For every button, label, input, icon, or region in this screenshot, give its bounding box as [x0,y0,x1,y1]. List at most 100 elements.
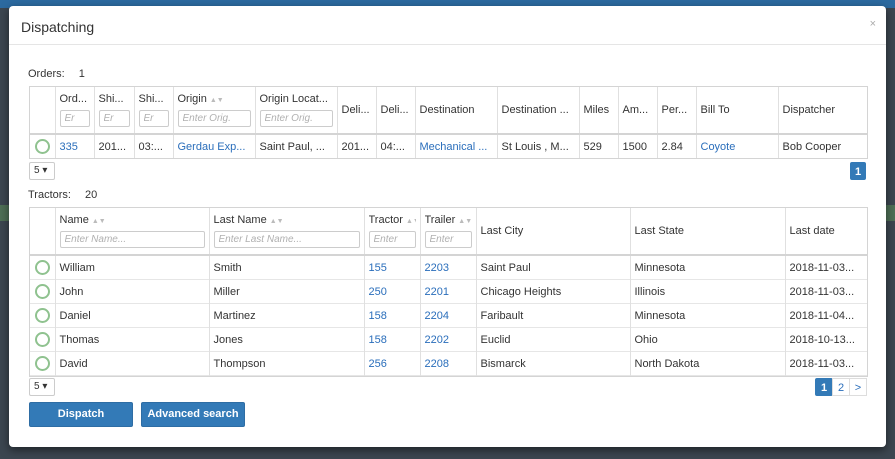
radio-select[interactable] [34,284,50,299]
tractor-link[interactable]: 158 [364,327,421,352]
cell-last-state: Ohio [630,327,786,352]
table-row[interactable]: Thomas Jones 158 2202 Euclid Ohio 2018-1… [30,327,867,352]
tractors-grid: Name▲▼ Last Name▲▼ Tractor▲▼ Trailer▲▼ L… [29,207,868,377]
bill-to-link[interactable]: Coyote [696,134,779,158]
filter-input-origin[interactable] [177,110,251,127]
column-header-last-state[interactable]: Last State [630,208,786,255]
filter-input-tractor[interactable] [368,231,416,248]
table-row[interactable]: William Smith 155 2203 Saint Paul Minnes… [30,255,867,280]
cell-last-date: 2018-11-03... [789,357,855,370]
column-header-ship-date[interactable]: Shi... [94,87,135,134]
filter-input-last-name[interactable] [213,231,360,248]
column-header-origin[interactable]: Origin ▲▼ [173,87,256,134]
tractor-link[interactable]: 155 [364,255,421,280]
cell-last-state: Minnesota [630,303,786,328]
filter-input-ship-date[interactable] [98,110,130,127]
table-row[interactable]: John Miller 250 2201 Chicago Heights Ill… [30,279,867,304]
trailer-link[interactable]: 2204 [420,303,477,328]
page-button-1[interactable]: 1 [815,378,833,396]
cell-origin-location: Saint Paul, ... [255,134,338,158]
advanced-search-button[interactable]: Advanced search [141,402,245,427]
row-select-cell[interactable] [30,351,56,376]
cell-last-city: Chicago Heights [476,279,631,304]
order-id-link[interactable]: 335 [55,134,95,158]
destination-link[interactable]: Mechanical ... [415,134,498,158]
cell-last-date: 2018-10-13... [789,333,855,346]
filter-input-ship-time[interactable] [138,110,169,127]
orders-header-row: Ord... Shi... Shi... Origin▲▼ Origin Loc… [30,87,867,134]
tractors-page-size-select[interactable]: 5 ▾ [29,378,55,396]
tractor-link[interactable]: 158 [364,303,421,328]
row-select-cell[interactable] [30,255,56,280]
tractor-link[interactable]: 256 [364,351,421,376]
column-header-trailer[interactable]: Trailer ▲▼ [420,208,477,255]
cell-last-date: 2018-11-03... [789,285,855,298]
row-select-cell[interactable] [30,279,56,304]
trailer-link[interactable]: 2208 [420,351,477,376]
filter-input-name[interactable] [59,231,205,248]
column-header-last-city[interactable]: Last City [476,208,631,255]
filter-input-origin-location[interactable] [259,110,333,127]
column-header-name[interactable]: Name ▲▼ [55,208,210,255]
sort-arrows-icon[interactable]: ▲▼ [458,218,471,225]
cell-delivery-time: 04:... [376,134,416,158]
radio-select[interactable] [34,356,50,371]
table-row[interactable]: Daniel Martinez 158 2204 Faribault Minne… [30,303,867,328]
column-header-order[interactable]: Ord... [55,87,95,134]
tractors-header-row: Name▲▼ Last Name▲▼ Tractor▲▼ Trailer▲▼ L… [30,208,867,255]
filter-input-order[interactable] [59,110,90,127]
dispatch-button[interactable]: Dispatch [29,402,133,427]
sort-arrows-icon[interactable]: ▲▼ [270,218,284,225]
cell-last-city: Euclid [476,327,631,352]
sort-arrows-icon[interactable]: ▲▼ [210,97,224,104]
orders-label-text: Orders: [28,68,65,80]
radio-select[interactable] [34,332,50,347]
origin-link[interactable]: Gerdau Exp... [173,134,256,158]
trailer-link[interactable]: 2201 [420,279,477,304]
table-row[interactable]: 335 201... 03:... Gerdau Exp... Saint Pa… [30,134,867,158]
cell-last-state: North Dakota [630,351,786,376]
select-column-header [30,208,56,255]
tractor-link[interactable]: 250 [364,279,421,304]
column-header-amount[interactable]: Am... [618,87,658,134]
trailer-link[interactable]: 2202 [420,327,477,352]
cell-last-name: Jones [209,327,365,352]
page-button-1[interactable]: 1 [850,162,866,180]
modal-header: Dispatching × [9,6,886,45]
column-header-tractor[interactable]: Tractor▲▼ [364,208,421,255]
sort-arrows-icon[interactable]: ▲▼ [92,218,106,225]
column-header-dispatcher[interactable]: Dispatcher [778,87,867,134]
row-select-cell[interactable] [30,327,56,352]
page-button-2[interactable]: 2 [832,378,850,396]
column-header-destination-location[interactable]: Destination ... [497,87,580,134]
orders-pagination: 1 [850,162,866,180]
column-header-destination[interactable]: Destination [415,87,498,134]
row-select-cell[interactable] [30,303,56,328]
tractors-count: 20 [85,189,98,201]
radio-select[interactable] [34,139,50,154]
trailer-link[interactable]: 2203 [420,255,477,280]
cell-last-date: 2018-11-04... [789,309,855,322]
column-header-per-mile[interactable]: Per... [657,87,697,134]
tractors-body: William Smith 155 2203 Saint Paul Minnes… [30,255,867,376]
column-header-delivery-time[interactable]: Deli... [376,87,416,134]
radio-select[interactable] [34,260,50,275]
tractors-pagination: 1 2 > [815,378,867,396]
tractors-label-text: Tractors: [28,189,71,201]
orders-page-size-select[interactable]: 5 ▾ [29,162,55,180]
page-next-button[interactable]: > [849,378,867,396]
radio-select[interactable] [34,308,50,323]
column-header-last-date[interactable]: Last date [785,208,867,255]
sort-arrows-icon[interactable]: ▲▼ [406,218,416,225]
filter-input-trailer[interactable] [424,231,472,248]
close-icon[interactable]: × [870,18,876,30]
row-select-cell[interactable] [30,134,56,158]
table-row[interactable]: David Thompson 256 2208 Bismarck North D… [30,351,867,376]
column-header-bill-to[interactable]: Bill To [696,87,779,134]
orders-count: 1 [78,68,85,80]
column-header-miles[interactable]: Miles [579,87,619,134]
column-header-last-name[interactable]: Last Name ▲▼ [209,208,365,255]
column-header-delivery-date[interactable]: Deli... [337,87,377,134]
column-header-ship-time[interactable]: Shi... [134,87,174,134]
column-header-origin-location[interactable]: Origin Locat... [255,87,338,134]
